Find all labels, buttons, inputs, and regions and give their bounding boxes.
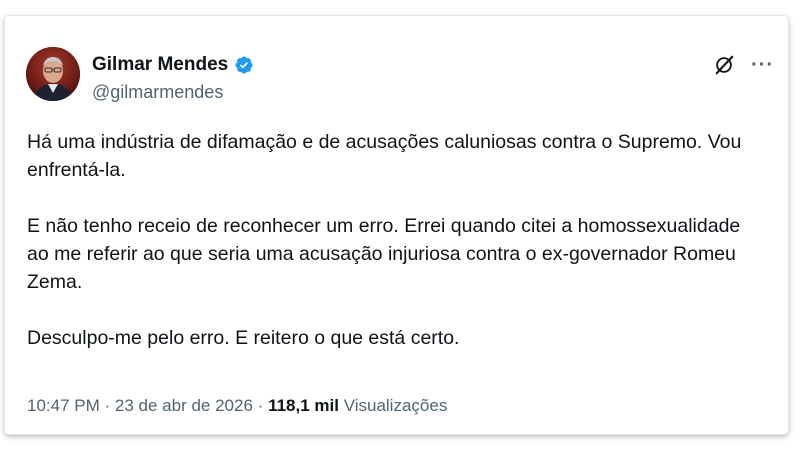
author-name[interactable]: Gilmar Mendes bbox=[92, 54, 228, 76]
verified-badge-icon[interactable] bbox=[234, 55, 254, 75]
tweet-card[interactable]: Gilmar Mendes @gilmarmendes ··· Há uma i… bbox=[5, 16, 788, 434]
meta-separator: · bbox=[257, 396, 264, 415]
tweet-paragraph: Desculpo-me pelo erro. E reitero o que e… bbox=[27, 327, 460, 349]
tweet-actions-top: ··· bbox=[713, 54, 774, 76]
tweet-paragraph: E não tenho receio de reconhecer um erro… bbox=[27, 215, 741, 293]
tweet-date[interactable]: 23 de abr de 2026 bbox=[115, 396, 253, 415]
grok-icon[interactable] bbox=[713, 54, 735, 76]
avatar-photo bbox=[26, 47, 80, 101]
meta-separator: · bbox=[104, 396, 111, 415]
author-name-row: Gilmar Mendes bbox=[92, 54, 254, 76]
avatar[interactable] bbox=[26, 47, 80, 101]
tweet-text: Há uma indústria de difamação e de acusa… bbox=[27, 128, 767, 352]
tweet-meta: 10:47 PM · 23 de abr de 2026 · 118,1 mil… bbox=[27, 396, 447, 416]
more-options-icon[interactable]: ··· bbox=[751, 55, 774, 75]
views-count: 118,1 mil bbox=[268, 396, 339, 415]
views-label: Visualizações bbox=[343, 396, 448, 415]
tweet-time[interactable]: 10:47 PM bbox=[27, 396, 100, 415]
tweet-paragraph: Há uma indústria de difamação e de acusa… bbox=[27, 131, 742, 181]
author-handle[interactable]: @gilmarmendes bbox=[92, 82, 223, 103]
